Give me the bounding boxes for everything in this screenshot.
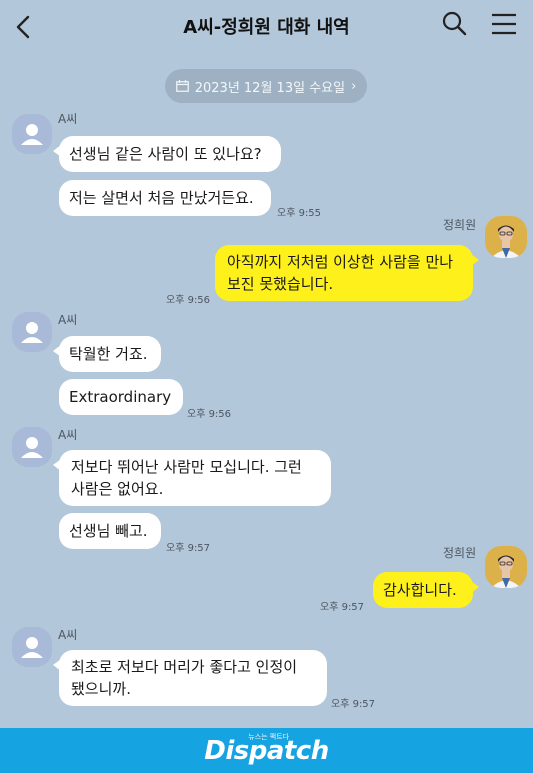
- profile-photo-avatar[interactable]: [485, 216, 527, 258]
- message-bubble[interactable]: 최초로 저보다 머리가 좋다고 인정이 됐으니까.: [53, 650, 327, 706]
- message-bubble[interactable]: 선생님 빼고.: [59, 513, 161, 549]
- default-avatar-icon[interactable]: [12, 427, 52, 467]
- message-bubble[interactable]: Extraordinary: [59, 379, 183, 415]
- date-divider[interactable]: 2023년 12월 13일 수요일 ›: [165, 69, 367, 103]
- dispatch-logo: Dispatch 뉴스는 팩트다: [204, 732, 329, 766]
- message-time: 오후 9:56: [166, 295, 211, 306]
- hamburger-menu-icon[interactable]: [490, 12, 518, 36]
- profile-photo-avatar[interactable]: [485, 546, 527, 588]
- message-time: 오후 9:57: [320, 602, 365, 613]
- message-time: 오후 9:57: [166, 543, 211, 554]
- message-time: 오후 9:56: [187, 409, 232, 420]
- default-avatar-icon[interactable]: [12, 627, 52, 667]
- search-icon[interactable]: [441, 10, 467, 36]
- message-bubble[interactable]: 선생님 같은 사람이 또 있나요?: [53, 136, 281, 172]
- message-bubble[interactable]: 저보다 뛰어난 사람만 모십니다. 그런 사람은 없어요.: [53, 450, 331, 506]
- sender-name: 정희원: [443, 546, 477, 560]
- dispatch-slogan: 뉴스는 팩트다: [248, 732, 290, 741]
- message-bubble[interactable]: 탁월한 거죠.: [53, 336, 161, 372]
- default-avatar-icon[interactable]: [12, 114, 52, 154]
- message-time: 오후 9:55: [277, 208, 322, 219]
- default-avatar-icon[interactable]: [12, 312, 52, 352]
- message-bubble[interactable]: 아직까지 저처럼 이상한 사람을 만나 보진 못했습니다.: [215, 245, 479, 301]
- sender-name: A씨: [58, 112, 78, 126]
- calendar-icon: [175, 80, 189, 92]
- chat-header: A씨-정희원 대화 내역: [0, 0, 533, 52]
- message-bubble[interactable]: 저는 살면서 처음 만났거든요.: [59, 180, 271, 216]
- date-arrow: ›: [351, 78, 357, 94]
- sender-name: A씨: [58, 628, 78, 642]
- dispatch-watermark-bar: Dispatch 뉴스는 팩트다: [0, 728, 533, 773]
- sender-name: 정희원: [443, 218, 477, 232]
- date-label: 2023년 12월 13일 수요일: [194, 80, 346, 96]
- sender-name: A씨: [58, 428, 78, 442]
- message-bubble[interactable]: 감사합니다.: [373, 572, 479, 608]
- message-time: 오후 9:57: [331, 699, 376, 710]
- sender-name: A씨: [58, 313, 78, 327]
